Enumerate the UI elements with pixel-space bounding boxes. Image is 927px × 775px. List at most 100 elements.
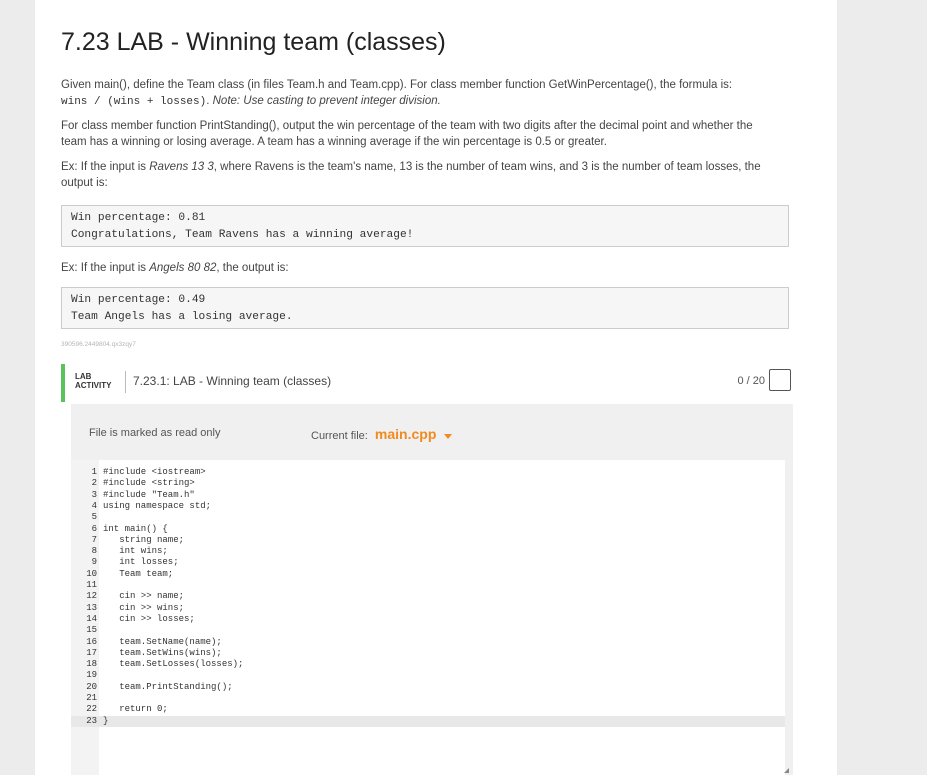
code-line[interactable]: 9 int losses; (71, 557, 785, 568)
code-line[interactable]: 6 int main() { (71, 524, 785, 535)
line-number: 4 (73, 501, 97, 512)
line-number: 3 (73, 490, 97, 501)
example1-pre: Ex: If the input is (61, 161, 149, 173)
intro-text: Given main(), define the Team class (in … (61, 79, 732, 91)
line-number: 7 (73, 535, 97, 546)
code-text: } (103, 716, 108, 727)
code-line[interactable]: 11 (71, 580, 785, 591)
line-number: 19 (73, 670, 97, 681)
code-text: using namespace std; (103, 501, 211, 512)
page-title: 7.23 LAB - Winning team (classes) (61, 28, 446, 57)
code-text: team.SetLosses(losses); (103, 659, 243, 670)
example2-output-line: Team Angels has a losing average. (71, 309, 779, 326)
code-line[interactable]: 3 #include "Team.h" (71, 490, 785, 501)
line-number: 2 (73, 478, 97, 489)
line-number: 17 (73, 648, 97, 659)
code-line[interactable]: 4 using namespace std; (71, 501, 785, 512)
code-line[interactable]: 2 #include <string> (71, 478, 785, 489)
dropdown-caret-icon[interactable] (444, 434, 452, 439)
lab-tag-line: LAB (75, 372, 111, 381)
line-number: 9 (73, 557, 97, 568)
example1-paragraph: Ex: If the input is Ravens 13 3, where R… (61, 159, 781, 191)
code-text: cin >> losses; (103, 614, 195, 625)
code-text: return 0; (103, 704, 168, 715)
example1-output-box: Win percentage: 0.81 Congratulations, Te… (61, 205, 789, 247)
formula-code: wins / (wins + losses) (61, 96, 206, 108)
code-line[interactable]: 1 #include <iostream> (71, 467, 785, 478)
lab-title: 7.23.1: LAB - Winning team (classes) (133, 374, 331, 388)
code-text: int wins; (103, 546, 168, 557)
line-number: 16 (73, 637, 97, 648)
line-number: 22 (73, 704, 97, 715)
code-text: cin >> wins; (103, 603, 184, 614)
line-number: 21 (73, 693, 97, 704)
example2-output-line: Win percentage: 0.49 (71, 292, 779, 309)
code-line[interactable]: 19 (71, 670, 785, 681)
current-file-label: Current file: (311, 430, 368, 442)
line-number: 20 (73, 682, 97, 693)
current-file-name[interactable]: main.cpp (375, 426, 436, 442)
code-text: int losses; (103, 557, 179, 568)
example2-output-box: Win percentage: 0.49 Team Angels has a l… (61, 287, 789, 329)
example2-paragraph: Ex: If the input is Angels 80 82, the ou… (61, 260, 781, 276)
code-line[interactable]: 18 team.SetLosses(losses); (71, 659, 785, 670)
code-line[interactable]: 17 team.SetWins(wins); (71, 648, 785, 659)
code-editor[interactable]: 1 #include <iostream> 2 #include <string> 3 #… (71, 460, 785, 775)
line-number: 12 (73, 591, 97, 602)
example1-output-line: Congratulations, Team Ravens has a winni… (71, 227, 779, 244)
code-line[interactable]: 20 team.PrintStanding(); (71, 682, 785, 693)
lab-activity-header: LAB ACTIVITY 7.23.1: LAB - Winning team … (61, 364, 797, 402)
example2-input: Angels 80 82 (149, 262, 216, 274)
code-line[interactable]: 5 (71, 512, 785, 523)
lab-tag-line: ACTIVITY (75, 381, 111, 390)
header-divider (125, 371, 126, 393)
code-line[interactable]: 13 cin >> wins; (71, 603, 785, 614)
line-number: 8 (73, 546, 97, 557)
line-number: 18 (73, 659, 97, 670)
score-label: 0 / 20 (737, 375, 765, 387)
example2-pre: Ex: If the input is (61, 262, 149, 274)
code-line[interactable]: 16 team.SetName(name); (71, 637, 785, 648)
completion-checkbox-icon (769, 369, 791, 391)
line-number: 10 (73, 569, 97, 580)
read-only-notice: File is marked as read only (89, 427, 220, 439)
code-line[interactable]: 22 return 0; (71, 704, 785, 715)
code-text: team.PrintStanding(); (103, 682, 233, 693)
line-number: 11 (73, 580, 97, 591)
lab-activity-tag: LAB ACTIVITY (75, 372, 111, 390)
code-text: #include <iostream> (103, 467, 206, 478)
code-line[interactable]: 23} (71, 716, 785, 727)
line-number: 1 (73, 467, 97, 478)
code-line[interactable]: 8 int wins; (71, 546, 785, 557)
code-text: Team team; (103, 569, 173, 580)
code-text: team.SetName(name); (103, 637, 222, 648)
code-ide: File is marked as read only Current file… (71, 404, 793, 775)
current-file-selector[interactable]: Current file: main.cpp (311, 426, 452, 442)
code-line[interactable]: 21 (71, 693, 785, 704)
code-line[interactable]: 7 string name; (71, 535, 785, 546)
code-line[interactable]: 12 cin >> name; (71, 591, 785, 602)
content-page: 7.23 LAB - Winning team (classes) Given … (35, 0, 837, 775)
example2-post: , the output is: (216, 262, 288, 274)
code-text: string name; (103, 535, 184, 546)
code-text: #include "Team.h" (103, 490, 195, 501)
line-number: 6 (73, 524, 97, 535)
line-number: 15 (73, 625, 97, 636)
casting-note: Note: Use casting to prevent integer div… (213, 95, 441, 107)
example1-output-line: Win percentage: 0.81 (71, 210, 779, 227)
printstanding-paragraph: For class member function PrintStanding(… (61, 118, 781, 150)
line-number: 13 (73, 603, 97, 614)
line-number: 23 (73, 716, 97, 727)
code-line[interactable]: 14 cin >> losses; (71, 614, 785, 625)
example1-input: Ravens 13 3 (149, 161, 214, 173)
code-line[interactable]: 15 (71, 625, 785, 636)
code-text: team.SetWins(wins); (103, 648, 222, 659)
intro-paragraph: Given main(), define the Team class (in … (61, 77, 781, 110)
line-number: 14 (73, 614, 97, 625)
resize-handle-icon[interactable] (784, 768, 789, 773)
code-line[interactable]: 10 Team team; (71, 569, 785, 580)
code-text: int main() { (103, 524, 168, 535)
code-text: #include <string> (103, 478, 195, 489)
line-number: 5 (73, 512, 97, 523)
code-text: cin >> name; (103, 591, 184, 602)
